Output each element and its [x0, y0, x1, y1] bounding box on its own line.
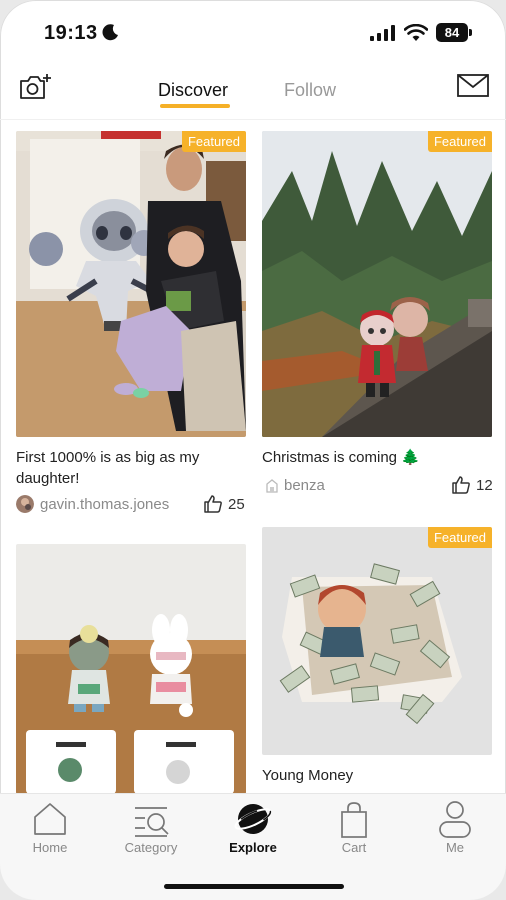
shopping-bag-icon: [341, 802, 367, 838]
app-screen: 19:13 84 Discover Follow Featured First …: [0, 0, 506, 900]
post-image[interactable]: Featured: [262, 527, 492, 755]
nav-label: Category: [124, 840, 178, 855]
user-placeholder-icon[interactable]: [264, 478, 280, 494]
home-indicator[interactable]: [164, 884, 344, 889]
category-search-icon: [135, 807, 169, 837]
post-username[interactable]: gavin.thomas.jones: [40, 496, 169, 513]
nav-me[interactable]: Me: [405, 794, 505, 864]
nav-cart[interactable]: Cart: [304, 794, 404, 864]
post-caption: Young Money: [262, 767, 354, 784]
mail-icon[interactable]: [456, 72, 490, 100]
thumbs-up-icon[interactable]: [451, 475, 471, 495]
post-image[interactable]: [16, 544, 246, 794]
post-caption: Christmas is coming 🌲: [262, 449, 420, 466]
signal-icon: [370, 25, 395, 41]
thumbs-up-icon[interactable]: [203, 494, 223, 514]
post-image[interactable]: Featured: [16, 131, 246, 437]
featured-badge: Featured: [427, 527, 492, 548]
post-card[interactable]: Featured First 1000% is as big as my dau…: [16, 131, 246, 521]
post-image[interactable]: Featured: [262, 131, 492, 437]
like-count: 25: [228, 496, 245, 513]
status-time: 19:13: [44, 22, 98, 44]
active-tab-indicator: [160, 104, 230, 108]
post-caption: First 1000% is as big as my daughter!: [16, 449, 200, 487]
tab-follow[interactable]: Follow: [284, 80, 336, 101]
planet-icon: [234, 804, 272, 834]
post-card[interactable]: Featured Christmas is coming 🌲 benza 12: [262, 131, 493, 501]
nav-home[interactable]: Home: [0, 794, 100, 864]
nav-label: Explore: [229, 840, 277, 855]
bottom-navigation: Home Category Explore Cart Me: [0, 793, 506, 900]
featured-badge: Featured: [427, 131, 492, 152]
tab-discover[interactable]: Discover: [158, 80, 228, 101]
avatar[interactable]: [16, 495, 34, 513]
post-card[interactable]: [16, 544, 246, 794]
like-count: 12: [476, 477, 493, 494]
nav-label: Cart: [341, 840, 367, 855]
nav-label: Home: [32, 840, 68, 855]
nav-category[interactable]: Category: [101, 794, 201, 864]
nav-explore[interactable]: Explore: [203, 794, 303, 864]
person-icon: [439, 801, 471, 838]
wifi-icon: [404, 24, 428, 41]
top-header: Discover Follow: [0, 64, 506, 120]
home-icon: [34, 803, 66, 835]
battery-level: 84: [436, 23, 468, 42]
post-username[interactable]: benza: [284, 477, 325, 494]
featured-badge: Featured: [181, 131, 246, 152]
status-bar: 19:13 84: [0, 0, 506, 64]
camera-add-icon[interactable]: [18, 72, 54, 102]
battery-icon: 84: [436, 23, 472, 42]
nav-label: Me: [445, 840, 465, 855]
post-card[interactable]: Featured Young Money: [262, 527, 492, 793]
moon-icon: [102, 24, 118, 41]
